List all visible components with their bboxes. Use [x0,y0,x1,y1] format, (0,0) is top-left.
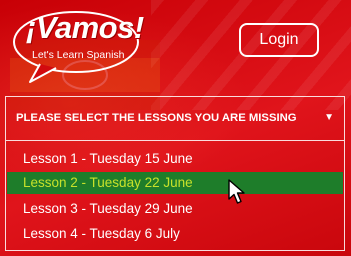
brand-logo[interactable]: ¡Vamos! Let's Learn Spanish [10,6,144,86]
logo-tagline: Let's Learn Spanish [32,49,125,61]
dropdown-header[interactable]: PLEASE SELECT THE LESSONS YOU ARE MISSIN… [6,97,344,141]
login-button[interactable]: Login [239,23,319,57]
lesson-option-2[interactable]: Lesson 2 - Tuesday 22 June [7,172,343,194]
caret-down-icon: ▼ [324,112,334,123]
lesson-dropdown[interactable]: PLEASE SELECT THE LESSONS YOU ARE MISSIN… [5,96,345,251]
mouse-pointer-icon [228,179,245,204]
lesson-option-4[interactable]: Lesson 4 - Tuesday 6 July [7,223,343,245]
dropdown-title: PLEASE SELECT THE LESSONS YOU ARE MISSIN… [16,112,297,124]
logo-wordmark: ¡Vamos! [26,10,144,45]
lesson-option-3[interactable]: Lesson 3 - Tuesday 29 June [7,198,343,220]
lesson-option-1[interactable]: Lesson 1 - Tuesday 15 June [7,148,343,170]
